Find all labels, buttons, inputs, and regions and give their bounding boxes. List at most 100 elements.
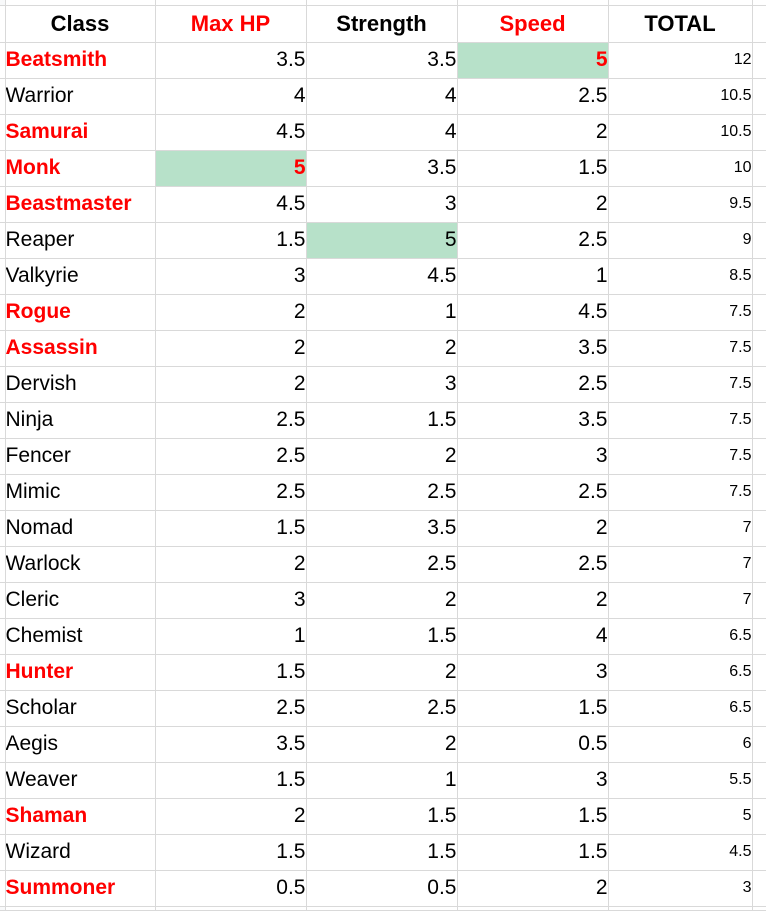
- cell-max-hp[interactable]: 2.5: [155, 474, 307, 511]
- cell-speed[interactable]: 3.5: [457, 330, 609, 367]
- cell-strength[interactable]: 2: [306, 438, 458, 475]
- cell-class-name[interactable]: Scholar: [5, 690, 156, 727]
- cell-class-name[interactable]: Chemist: [5, 618, 156, 655]
- cell-strength[interactable]: 1: [306, 294, 458, 331]
- cell-max-hp[interactable]: 4.5: [155, 186, 307, 223]
- cell-class-name[interactable]: Mimic: [5, 474, 156, 511]
- cell-total[interactable]: 5.5: [608, 762, 753, 799]
- cell-strength[interactable]: 2.5: [306, 690, 458, 727]
- cell-max-hp[interactable]: 2: [155, 330, 307, 367]
- cell-class-name[interactable]: Beatsmith: [5, 42, 156, 79]
- cell-max-hp[interactable]: 3.5: [155, 726, 307, 763]
- cell-strength[interactable]: 2: [306, 582, 458, 619]
- cell-speed[interactable]: 2.5: [457, 546, 609, 583]
- cell-class-name[interactable]: Hunter: [5, 654, 156, 691]
- cell-class-name[interactable]: Beastmaster: [5, 186, 156, 223]
- cell-speed[interactable]: 2: [457, 114, 609, 151]
- cell-speed[interactable]: 2: [457, 510, 609, 547]
- cell-class-name[interactable]: Reaper: [5, 222, 156, 259]
- cell-total[interactable]: 7.5: [608, 438, 753, 475]
- cell-strength[interactable]: 1: [306, 762, 458, 799]
- cell-total[interactable]: 10: [608, 150, 753, 187]
- cell-max-hp[interactable]: 3.5: [155, 42, 307, 79]
- cell-class-name[interactable]: Ninja: [5, 402, 156, 439]
- cell-speed[interactable]: 1.5: [457, 150, 609, 187]
- cell-class-name[interactable]: Summoner: [5, 870, 156, 907]
- cell-speed[interactable]: 3: [457, 438, 609, 475]
- cell-speed[interactable]: 2.5: [457, 78, 609, 115]
- cell-speed[interactable]: 1.5: [457, 798, 609, 835]
- cell-strength[interactable]: 3: [306, 366, 458, 403]
- cell-total[interactable]: 7.5: [608, 474, 753, 511]
- cell-strength[interactable]: 1.5: [306, 834, 458, 871]
- cell-speed[interactable]: 2.5: [457, 222, 609, 259]
- cell-speed[interactable]: 5: [457, 42, 609, 79]
- cell-class-name[interactable]: Cleric: [5, 582, 156, 619]
- cell-strength[interactable]: 0.5: [306, 870, 458, 907]
- cell-total[interactable]: 6.5: [608, 618, 753, 655]
- cell-class-name[interactable]: Dervish: [5, 366, 156, 403]
- cell-max-hp[interactable]: 2: [155, 294, 307, 331]
- cell-class-name[interactable]: Monk: [5, 150, 156, 187]
- header-column-max-hp[interactable]: Max HP: [155, 5, 307, 43]
- cell-total[interactable]: 12: [608, 42, 753, 79]
- cell-class-name[interactable]: Nomad: [5, 510, 156, 547]
- cell-class-name[interactable]: Assassin: [5, 330, 156, 367]
- cell-strength[interactable]: 4: [306, 114, 458, 151]
- cell-max-hp[interactable]: 5: [155, 150, 307, 187]
- cell-max-hp[interactable]: 2.5: [155, 690, 307, 727]
- cell-max-hp[interactable]: 1.5: [155, 762, 307, 799]
- cell-speed[interactable]: 4: [457, 618, 609, 655]
- cell-speed[interactable]: 0.5: [457, 726, 609, 763]
- cell-max-hp[interactable]: 0.5: [155, 870, 307, 907]
- cell-strength[interactable]: 2.5: [306, 474, 458, 511]
- cell-strength[interactable]: 3.5: [306, 150, 458, 187]
- cell-total[interactable]: 8.5: [608, 258, 753, 295]
- cell-max-hp[interactable]: 1.5: [155, 222, 307, 259]
- cell-speed[interactable]: 1: [457, 258, 609, 295]
- cell-total[interactable]: 4.5: [608, 834, 753, 871]
- cell-total[interactable]: 6.5: [608, 654, 753, 691]
- cell-total[interactable]: 5: [608, 798, 753, 835]
- cell-total[interactable]: 6: [608, 726, 753, 763]
- cell-total[interactable]: 7: [608, 510, 753, 547]
- cell-strength[interactable]: 1.5: [306, 798, 458, 835]
- cell-speed[interactable]: 3: [457, 762, 609, 799]
- cell-class-name[interactable]: Samurai: [5, 114, 156, 151]
- cell-strength[interactable]: 3: [306, 186, 458, 223]
- cell-total[interactable]: 7.5: [608, 294, 753, 331]
- cell-strength[interactable]: 5: [306, 222, 458, 259]
- header-column-total[interactable]: TOTAL: [608, 5, 753, 43]
- cell-strength[interactable]: 3.5: [306, 42, 458, 79]
- cell-speed[interactable]: 3.5: [457, 402, 609, 439]
- cell-total[interactable]: 7.5: [608, 366, 753, 403]
- cell-total[interactable]: 7.5: [608, 402, 753, 439]
- cell-speed[interactable]: 1.5: [457, 834, 609, 871]
- cell-max-hp[interactable]: 4: [155, 78, 307, 115]
- cell-max-hp[interactable]: 2: [155, 366, 307, 403]
- cell-class-name[interactable]: Wizard: [5, 834, 156, 871]
- cell-total[interactable]: 10.5: [608, 78, 753, 115]
- cell-speed[interactable]: 2: [457, 870, 609, 907]
- cell-max-hp[interactable]: 3: [155, 582, 307, 619]
- cell-total[interactable]: 7: [608, 582, 753, 619]
- cell-class-name[interactable]: Weaver: [5, 762, 156, 799]
- cell-strength[interactable]: 2: [306, 654, 458, 691]
- cell-speed[interactable]: 2: [457, 582, 609, 619]
- cell-strength[interactable]: 4: [306, 78, 458, 115]
- cell-total[interactable]: 9: [608, 222, 753, 259]
- cell-strength[interactable]: 3.5: [306, 510, 458, 547]
- cell-max-hp[interactable]: 1: [155, 618, 307, 655]
- cell-strength[interactable]: 2: [306, 330, 458, 367]
- cell-strength[interactable]: 2: [306, 726, 458, 763]
- cell-max-hp[interactable]: 1.5: [155, 510, 307, 547]
- cell-class-name[interactable]: Rogue: [5, 294, 156, 331]
- cell-strength[interactable]: 4.5: [306, 258, 458, 295]
- cell-speed[interactable]: 2: [457, 186, 609, 223]
- header-column-strength[interactable]: Strength: [306, 5, 458, 43]
- cell-max-hp[interactable]: 2: [155, 798, 307, 835]
- cell-class-name[interactable]: Warrior: [5, 78, 156, 115]
- header-column-speed[interactable]: Speed: [457, 5, 609, 43]
- cell-strength[interactable]: 1.5: [306, 402, 458, 439]
- cell-class-name[interactable]: Warlock: [5, 546, 156, 583]
